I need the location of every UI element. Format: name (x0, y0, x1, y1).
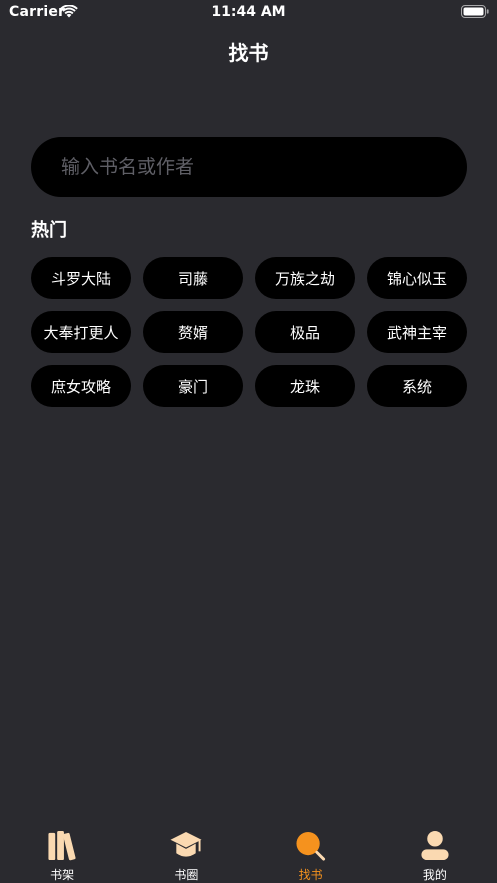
hot-tag[interactable]: 司藤 (143, 257, 243, 299)
tab-find-book[interactable]: 找书 (249, 826, 373, 883)
status-bar: Carrier 11:44 AM (0, 0, 497, 26)
tab-bookshelf[interactable]: 书架 (0, 826, 124, 883)
hot-tag[interactable]: 武神主宰 (367, 311, 467, 353)
battery-icon (461, 5, 489, 18)
search-input[interactable] (61, 137, 441, 197)
tab-mine[interactable]: 我的 (373, 826, 497, 883)
tab-label: 找书 (298, 868, 323, 882)
hot-tag[interactable]: 极品 (255, 311, 355, 353)
bookshelf-icon (48, 830, 76, 861)
graduation-cap-icon (170, 831, 202, 857)
tab-bar: 书架 书圈 找书 我的 (0, 826, 497, 883)
search-bar[interactable] (31, 137, 467, 197)
hot-section-title: 热门 (31, 220, 67, 241)
hot-tags: 斗罗大陆 司藤 万族之劫 锦心似玉 大奉打更人 赘婿 极品 武神主宰 庶女攻略 … (31, 257, 467, 407)
search-icon (296, 831, 325, 861)
hot-tag[interactable]: 龙珠 (255, 365, 355, 407)
tab-label: 书架 (50, 868, 75, 882)
page-title: 找书 (228, 41, 269, 65)
hot-tag[interactable]: 斗罗大陆 (31, 257, 131, 299)
hot-tag[interactable]: 赘婿 (143, 311, 243, 353)
user-icon (421, 830, 449, 861)
hot-tag[interactable]: 大奉打更人 (31, 311, 131, 353)
hot-tag[interactable]: 庶女攻略 (31, 365, 131, 407)
tab-label: 我的 (422, 868, 447, 882)
tab-label: 书圈 (174, 868, 199, 882)
hot-tag[interactable]: 万族之劫 (255, 257, 355, 299)
hot-tag[interactable]: 豪门 (143, 365, 243, 407)
status-time: 11:44 AM (211, 4, 286, 20)
tab-circle[interactable]: 书圈 (124, 826, 248, 883)
hot-tag[interactable]: 系统 (367, 365, 467, 407)
hot-tag[interactable]: 锦心似玉 (367, 257, 467, 299)
